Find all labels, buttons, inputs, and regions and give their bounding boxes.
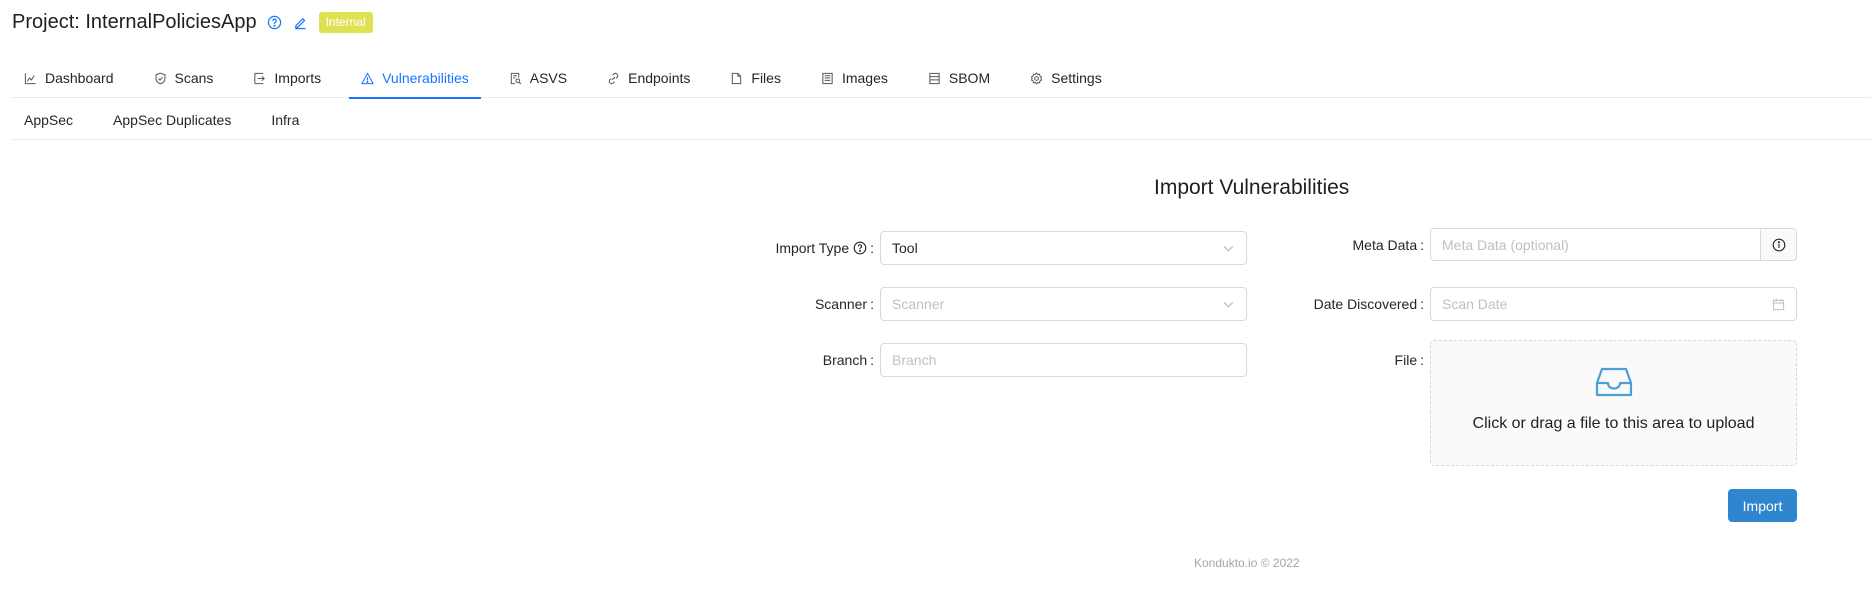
warning-icon [361, 71, 375, 85]
scanner-select[interactable]: Scanner [880, 287, 1247, 321]
import-button[interactable]: Import [1728, 489, 1797, 522]
import-icon [253, 72, 266, 85]
vulnerability-subtabs: AppSec AppSec Duplicates Infra [12, 100, 1871, 140]
project-tabs: Dashboard Scans Imports Vulnerabilities … [12, 58, 1871, 99]
tab-label: Vulnerabilities [382, 70, 469, 86]
tab-settings[interactable]: Settings [1018, 58, 1114, 98]
tab-label: SBOM [948, 70, 991, 86]
setting-icon [1030, 71, 1043, 85]
inbox-icon [1594, 361, 1634, 401]
branch-input[interactable] [880, 343, 1247, 377]
import-type-label: Import Type : [775, 240, 874, 256]
container-icon [821, 72, 834, 85]
tab-label: Imports [274, 70, 322, 86]
edit-icon[interactable] [293, 14, 309, 30]
scanner-label: Scanner : [814, 296, 874, 312]
dropzone-text: Click or drag a file to this area to upl… [1472, 415, 1755, 432]
tab-files[interactable]: Files [718, 58, 793, 98]
tab-label: Endpoints [628, 70, 691, 86]
link-icon [607, 72, 620, 85]
subtab-appsec[interactable]: AppSec [12, 100, 85, 139]
subtab-appsec-duplicates[interactable]: AppSec Duplicates [101, 100, 243, 139]
branch-label: Branch : [822, 352, 874, 368]
meta-data-text-input[interactable] [1442, 236, 1749, 253]
tab-endpoints[interactable]: Endpoints [595, 58, 702, 98]
question-circle-icon[interactable] [853, 241, 867, 255]
info-circle-icon[interactable] [1761, 228, 1797, 261]
safety-icon [154, 72, 167, 85]
meta-data-group [1430, 228, 1797, 261]
tab-dashboard[interactable]: Dashboard [12, 58, 126, 98]
tab-label: Settings [1051, 70, 1102, 86]
page-header: Project: InternalPoliciesApp Internal [12, 8, 373, 36]
file-label: File : [1394, 352, 1424, 368]
date-discovered-label: Date Discovered : [1313, 296, 1424, 312]
tab-label: Files [751, 70, 781, 86]
tab-imports[interactable]: Imports [241, 58, 333, 98]
question-circle-icon[interactable] [267, 14, 283, 30]
meta-data-input[interactable] [1430, 228, 1761, 261]
tab-label: Scans [174, 70, 214, 86]
branch-text-input[interactable] [892, 352, 1235, 368]
area-chart-icon [24, 72, 37, 85]
date-discovered-picker[interactable]: Scan Date [1430, 287, 1797, 321]
tab-label: ASVS [529, 70, 568, 86]
tab-images[interactable]: Images [809, 58, 900, 98]
form-title: Import Vulnerabilities [1154, 176, 1350, 199]
tab-vulnerabilities[interactable]: Vulnerabilities [349, 58, 481, 99]
visibility-badge: Internal [318, 11, 373, 33]
chevron-down-icon [1222, 298, 1235, 311]
tab-sbom[interactable]: SBOM [916, 58, 1002, 98]
file-search-icon [509, 72, 522, 85]
meta-data-label: Meta Data : [1352, 236, 1424, 253]
project-title: Project: InternalPoliciesApp [12, 10, 257, 33]
file-upload-dropzone[interactable]: Click or drag a file to this area to upl… [1430, 340, 1797, 466]
database-icon [928, 72, 941, 85]
tab-label: Dashboard [45, 70, 114, 86]
footer-copyright: Kondukto.io © 2022 [1194, 556, 1300, 570]
tab-asvs[interactable]: ASVS [497, 58, 579, 98]
subtab-infra[interactable]: Infra [259, 100, 311, 139]
tab-scans[interactable]: Scans [142, 58, 226, 98]
chevron-down-icon [1222, 242, 1235, 255]
tab-label: Images [841, 70, 888, 86]
calendar-icon [1772, 298, 1785, 311]
import-type-select[interactable]: Tool [880, 231, 1247, 265]
file-icon [730, 72, 743, 85]
